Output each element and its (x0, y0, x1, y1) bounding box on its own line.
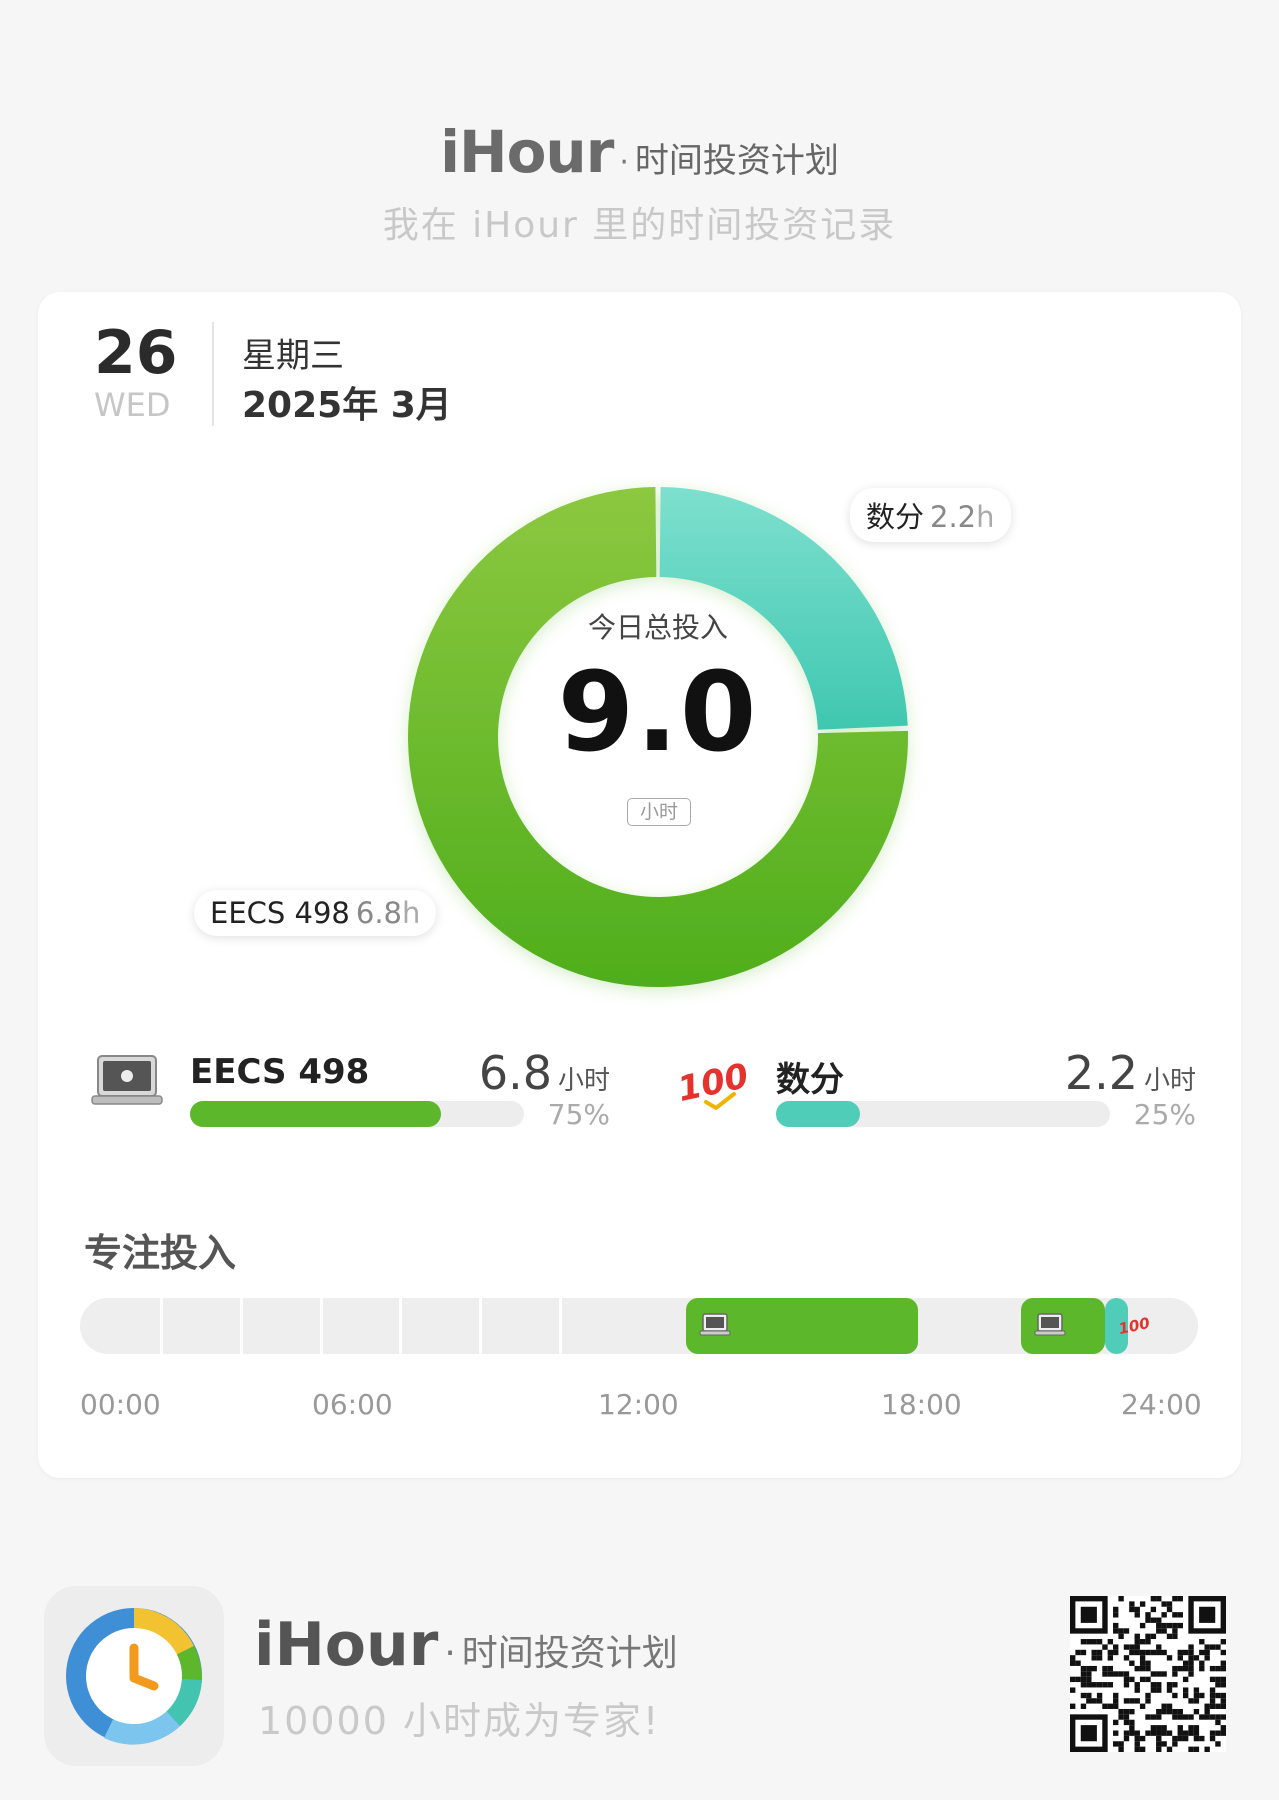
callout-shufen: 数分 2.2h (850, 488, 1011, 542)
footer-brand-line: iHour · 时间投资计划 (254, 1610, 678, 1680)
footer-slogan: 10000 小时成为专家! (258, 1699, 661, 1743)
legend-item-shufen[interactable]: 100 数分 2.2 小时 25% (676, 1044, 1196, 1144)
page-header: iHour · 时间投资计划 我在 iHour 里的时间投资记录 (0, 118, 1279, 248)
timeline-session[interactable] (1020, 1298, 1105, 1354)
hundred-points-icon: 100 (1117, 1314, 1151, 1338)
timeline-divider (479, 1298, 483, 1354)
callout-eecs-unit: h (402, 896, 421, 930)
legend-shufen-hours-block: 2.2 小时 (1065, 1046, 1196, 1100)
header-subtitle: 我在 iHour 里的时间投资记录 (382, 205, 897, 246)
callout-shufen-unit: h (976, 500, 995, 534)
timeline-divider (399, 1298, 403, 1354)
date-year-month: 2025年 3月 (242, 385, 452, 426)
timeline-tick-2: 12:00 (598, 1388, 679, 1421)
timeline-tick-1: 06:00 (312, 1388, 393, 1421)
donut-center-unit: 小时 (627, 798, 691, 826)
callout-shufen-value: 2.2 (930, 500, 977, 534)
legend-shufen-progress-fill (776, 1101, 860, 1127)
donut-center-value: 9.0 (557, 648, 759, 776)
qr-code-icon (1070, 1596, 1226, 1752)
timeline-tick-3: 18:00 (881, 1388, 962, 1421)
focus-timeline: 100 (80, 1298, 1198, 1354)
timeline-divider (239, 1298, 243, 1354)
legend-shufen-unit: 小时 (1143, 1066, 1196, 1096)
header-brand-line: iHour · 时间投资计划 (0, 118, 1279, 186)
date-divider (212, 322, 214, 426)
footer-dot: · (444, 1633, 456, 1674)
timeline-session[interactable]: 100 (1104, 1298, 1151, 1354)
laptop-icon (91, 1055, 163, 1105)
timeline-divider (559, 1298, 563, 1354)
callout-eecs-value: 6.8 (355, 896, 402, 930)
laptop-icon (1034, 1313, 1066, 1336)
donut-chart: 今日总投入 9.0 小时 (383, 462, 933, 1012)
donut-center-label: 今日总投入 (587, 611, 728, 644)
hundred-points-icon: 100 (676, 1056, 750, 1111)
timeline-tick-0: 00:00 (80, 1388, 161, 1421)
focus-section-title: 专注投入 (84, 1231, 237, 1275)
legend-shufen-progress-track (776, 1101, 1110, 1127)
callout-eecs-name: EECS 498 (210, 896, 350, 930)
footer-tagline: 时间投资计划 (461, 1633, 678, 1674)
svg-text:100: 100 (676, 1056, 750, 1110)
legend-eecs-unit: 小时 (557, 1066, 610, 1096)
date-weekday-cn: 星期三 (242, 336, 344, 376)
clock-logo-icon (66, 1608, 203, 1745)
legend-shufen-hours: 2.2 (1064, 1046, 1138, 1100)
legend-eecs-progress-track (190, 1101, 524, 1127)
app-logo (44, 1586, 224, 1766)
legend-item-eecs[interactable]: EECS 498 6.8 小时 75% (90, 1044, 610, 1144)
date-weekday-en: WED (94, 386, 171, 424)
legend-shufen-name: 数分 (776, 1060, 844, 1100)
summary-card: 26 WED 星期三 2025年 3月 今日总投入 9.0 小时 数分 2.2h… (38, 292, 1241, 1478)
legend-eecs-progress-fill (190, 1101, 441, 1127)
header-tagline: 时间投资计划 (634, 141, 839, 181)
date-day: 26 (94, 318, 178, 388)
legend-eecs-hours: 6.8 (478, 1046, 552, 1100)
timeline-session[interactable] (685, 1298, 919, 1354)
header-brand-name: iHour (440, 118, 614, 186)
timeline-divider (159, 1298, 163, 1354)
footer-brand-name: iHour (254, 1610, 439, 1680)
header-dot: · (619, 145, 629, 180)
callout-eecs: EECS 498 6.8h (194, 890, 437, 936)
timeline-tick-4: 24:00 (1121, 1388, 1202, 1421)
legend-eecs-percent: 75% (547, 1098, 610, 1131)
laptop-icon (699, 1313, 731, 1336)
timeline-divider (319, 1298, 323, 1354)
svg-text:100: 100 (1117, 1314, 1151, 1338)
callout-shufen-name: 数分 (866, 500, 925, 534)
legend-eecs-name: EECS 498 (190, 1052, 370, 1092)
legend-eecs-hours-block: 6.8 小时 (479, 1046, 610, 1100)
legend-shufen-percent: 25% (1133, 1098, 1196, 1131)
